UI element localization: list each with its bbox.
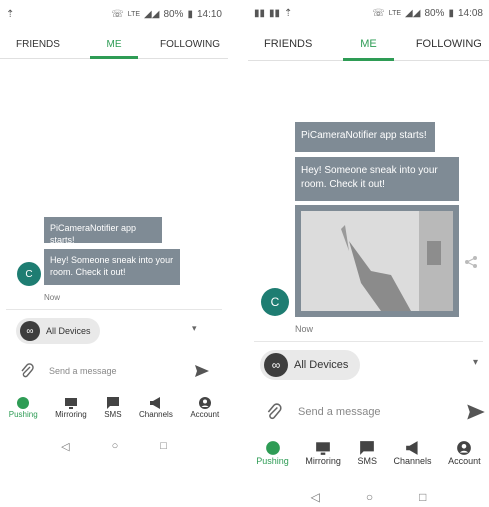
phone-screen-right: ▮▮ ▮▮ ⇡ ☏ LTE ◢◢ 80% ▮ 14:08 FRIENDS ME …: [248, 0, 489, 507]
battery-icon: ▮: [448, 7, 454, 19]
nav-sms[interactable]: SMS: [357, 440, 377, 476]
clock: 14:10: [196, 8, 222, 20]
channels-icon: [149, 397, 160, 409]
nav-account[interactable]: Account: [448, 440, 481, 476]
nav-sms[interactable]: SMS: [104, 396, 122, 430]
nav-label: Mirroring: [55, 410, 87, 419]
all-devices-icon: ∞: [20, 321, 40, 341]
account-icon: [457, 441, 472, 455]
nav-label: Channels: [139, 410, 173, 419]
account-icon: [198, 397, 211, 409]
camera-snapshot[interactable]: [295, 205, 459, 317]
send-icon[interactable]: [466, 402, 486, 422]
signal-icon: ◢◢: [144, 8, 160, 20]
upload-icon: ⇡: [6, 8, 15, 20]
back-icon[interactable]: ◁: [61, 440, 69, 453]
nav-channels[interactable]: Channels: [139, 396, 173, 430]
message-time: Now: [295, 324, 314, 334]
paperclip-icon[interactable]: [266, 403, 282, 421]
tab-following[interactable]: FOLLOWING: [409, 28, 489, 60]
nav-label: SMS: [357, 456, 377, 466]
tab-me[interactable]: ME: [328, 28, 408, 61]
chevron-down-icon[interactable]: ▾: [473, 357, 478, 368]
device-label: All Devices: [46, 326, 91, 336]
lte-icon: LTE: [127, 10, 141, 18]
paperclip-icon[interactable]: [20, 363, 34, 379]
battery-icon: ▮: [187, 8, 193, 20]
recents-icon[interactable]: □: [419, 490, 426, 504]
top-tabs: FRIENDS ME FOLLOWING: [0, 30, 228, 59]
battery-level: 80%: [163, 8, 184, 20]
nav-account[interactable]: Account: [190, 396, 219, 430]
alarm-icon: ☏: [111, 8, 124, 20]
system-nav: ◁ ○ □: [0, 440, 228, 453]
sms-icon: [360, 441, 375, 455]
system-nav: ◁ ○ □: [248, 490, 489, 504]
back-icon[interactable]: ◁: [311, 490, 320, 504]
avatar: C: [261, 288, 289, 316]
tab-friends[interactable]: FRIENDS: [248, 28, 328, 60]
bottom-nav: Pushing Mirroring SMS Channels Account: [248, 440, 489, 476]
status-bar: ⇡ ☏ LTE ◢◢ 80% ▮ 14:10: [0, 0, 228, 28]
home-icon[interactable]: ○: [112, 440, 119, 453]
sms-icon: [106, 397, 119, 409]
home-icon[interactable]: ○: [366, 490, 373, 504]
channels-icon: [405, 441, 418, 455]
nav-mirroring[interactable]: Mirroring: [55, 396, 87, 430]
message-bubble: Hey! Someone sneak into your room. Check…: [44, 249, 180, 285]
divider: [6, 309, 222, 310]
tab-friends[interactable]: FRIENDS: [0, 30, 76, 58]
message-composer: Send a message: [20, 360, 210, 382]
upload-icon: ⇡: [284, 7, 293, 19]
bottom-nav: Pushing Mirroring SMS Channels Account: [0, 396, 228, 430]
battery-level: 80%: [424, 7, 445, 19]
top-tabs: FRIENDS ME FOLLOWING: [248, 28, 489, 61]
send-icon[interactable]: [194, 363, 210, 379]
alarm-icon: ☏: [372, 7, 385, 19]
nav-label: Account: [190, 410, 220, 419]
chevron-down-icon[interactable]: ▾: [192, 323, 197, 334]
tab-me[interactable]: ME: [76, 30, 152, 59]
phone-screen-left: ⇡ ☏ LTE ◢◢ 80% ▮ 14:10 FRIENDS ME FOLLOW…: [0, 0, 228, 507]
nav-label: Pushing: [256, 456, 289, 466]
hand-photo: [301, 211, 453, 311]
lte-icon: LTE: [388, 9, 402, 17]
avatar: C: [17, 262, 41, 286]
nav-channels[interactable]: Channels: [394, 440, 432, 476]
signal-icon: ◢◢: [405, 7, 421, 19]
nav-label: SMS: [104, 410, 122, 419]
notification-icon: ▮▮: [254, 7, 266, 19]
nav-label: Mirroring: [305, 456, 341, 466]
pushing-icon: [265, 441, 280, 455]
message-input[interactable]: Send a message: [298, 406, 466, 418]
pushing-icon: [17, 397, 30, 409]
nav-pushing[interactable]: Pushing: [9, 396, 38, 430]
device-selector[interactable]: ∞ All Devices: [260, 350, 360, 380]
mirroring-icon: [64, 398, 77, 409]
message-bubble: PiCameraNotifier app starts!: [44, 217, 162, 245]
divider: [254, 341, 483, 342]
message-composer: Send a message: [266, 399, 486, 425]
nav-label: Pushing: [8, 410, 38, 419]
message-time: Now: [44, 293, 61, 302]
nav-label: Account: [448, 456, 481, 466]
device-label: All Devices: [294, 359, 349, 371]
message-input[interactable]: Send a message: [49, 366, 194, 376]
snapshot-image: [301, 211, 453, 311]
recents-icon[interactable]: □: [160, 440, 167, 453]
clock: 14:08: [457, 7, 483, 19]
mirroring-icon: [316, 442, 330, 455]
share-icon[interactable]: [464, 255, 478, 269]
status-bar: ▮▮ ▮▮ ⇡ ☏ LTE ◢◢ 80% ▮ 14:08: [248, 0, 489, 26]
nav-label: Channels: [393, 456, 432, 466]
notification-icon: ▮▮: [269, 7, 281, 19]
nav-mirroring[interactable]: Mirroring: [305, 440, 341, 476]
nav-pushing[interactable]: Pushing: [256, 440, 289, 476]
tab-following[interactable]: FOLLOWING: [152, 30, 228, 58]
all-devices-icon: ∞: [264, 353, 288, 377]
message-bubble: Hey! Someone sneak into your room. Check…: [295, 157, 459, 201]
device-selector[interactable]: ∞ All Devices: [16, 318, 100, 344]
message-bubble: PiCameraNotifier app starts!: [295, 122, 435, 152]
